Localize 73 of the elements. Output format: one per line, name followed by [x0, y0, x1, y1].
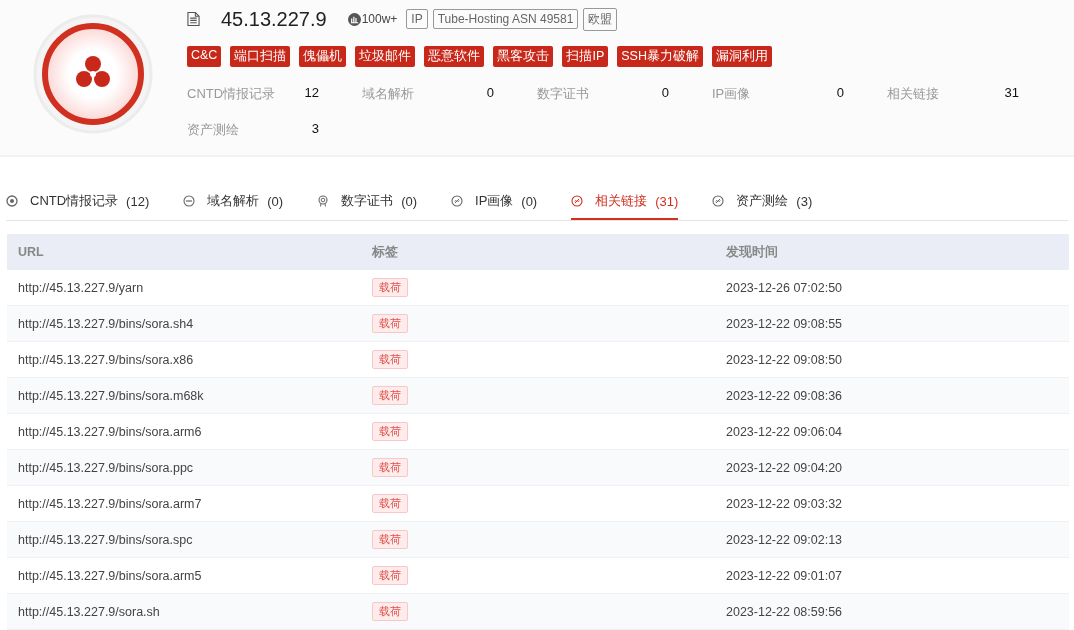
url-cell-text: http://45.13.227.9/bins/sora.sh4 [17, 316, 195, 331]
threat-tag: 漏洞利用 [711, 46, 772, 67]
url-cell-text: http://45.13.227.9/bins/sora.arm7 [17, 496, 203, 511]
payload-tag: 载荷 [372, 350, 408, 369]
payload-tag: 载荷 [372, 602, 408, 621]
time-cell-text: 2023-12-22 08:59:56 [725, 604, 844, 619]
time-cell-text: 2023-12-22 09:08:36 [725, 388, 844, 403]
payload-tag: 载荷 [372, 278, 408, 297]
payload-tag: 载荷 [372, 422, 408, 441]
threat-tag: 恶意软件 [424, 46, 485, 67]
info-badge: Tube-Hosting ASN 49581 [432, 9, 579, 29]
url-cell-text: http://45.13.227.9/bins/sora.arm6 [17, 424, 203, 439]
url-cell-text: http://45.13.227.9/bins/sora.m68k [17, 388, 205, 403]
signal-icon [6, 195, 18, 207]
time-cell-text: 2023-12-22 09:01:07 [725, 568, 844, 583]
url-cell-text: http://45.13.227.9/bins/sora.arm5 [17, 568, 203, 583]
tab[interactable]: 域名解析 (0) [183, 183, 284, 220]
column-header: URL [17, 245, 45, 259]
tab[interactable]: 资产测绘 (3) [712, 183, 813, 220]
column-header: 标签 [371, 243, 399, 261]
document-icon [187, 11, 200, 27]
time-cell-text: 2023-12-22 09:08:50 [725, 352, 844, 367]
tab[interactable]: 相关链接 (31) [571, 183, 679, 220]
stat-value: 0 [836, 85, 844, 102]
threat-tag: 端口扫描 [230, 46, 291, 67]
info-badge: 欧盟 [583, 7, 618, 31]
time-cell-text: 2023-12-22 09:02:13 [725, 532, 844, 547]
time-cell-text: 2023-12-22 09:08:55 [725, 316, 844, 331]
stat-value: 31 [1004, 85, 1019, 102]
url-cell-text: http://45.13.227.9/yarn [17, 280, 145, 295]
url-cell-text: http://45.13.227.9/sora.sh [17, 604, 161, 619]
tab[interactable]: CNTD情报记录 (12) [6, 183, 150, 220]
url-cell-text: http://45.13.227.9/bins/sora.spc [17, 532, 194, 547]
stat-label: 资产测绘 [187, 121, 239, 139]
bar-chart-icon [347, 12, 361, 26]
stat-value: 0 [661, 85, 669, 102]
threat-tag: 扫描IP [562, 46, 609, 67]
stat-label: 域名解析 [362, 85, 414, 103]
tab[interactable]: 数字证书 (0) [317, 183, 417, 220]
minus-circle-icon [183, 195, 196, 207]
threat-tag: C&C [187, 46, 222, 67]
url-cell-text: http://45.13.227.9/bins/sora.ppc [17, 460, 195, 475]
threat-tag: 傀儡机 [299, 46, 347, 67]
payload-tag: 载荷 [372, 458, 408, 477]
link-icon [571, 195, 584, 207]
stat-label: 数字证书 [537, 85, 589, 103]
time-cell-text: 2023-12-22 09:06:04 [725, 424, 844, 439]
stat-label: CNTD情报记录 [187, 85, 276, 103]
ip-address: 45.13.227.9 [221, 7, 327, 31]
link-icon [712, 195, 725, 207]
stat-value: 0 [486, 85, 494, 102]
stat-value: 12 [304, 85, 319, 102]
column-header: 发现时间 [725, 243, 779, 261]
threat-tag: 黑客攻击 [493, 46, 554, 67]
payload-tag: 载荷 [372, 494, 408, 513]
stat-value: 3 [311, 121, 319, 138]
payload-tag: 载荷 [372, 566, 408, 585]
threat-tag: SSH暴力破解 [617, 46, 703, 67]
threat-tag: 垃圾邮件 [355, 46, 416, 67]
tab[interactable]: IP画像 (0) [451, 183, 538, 220]
time-cell-text: 2023-12-22 09:04:20 [725, 460, 844, 475]
popularity-count: 100w+ [361, 12, 398, 26]
payload-tag: 载荷 [372, 530, 408, 549]
payload-tag: 载荷 [372, 314, 408, 333]
stat-label: 相关链接 [887, 85, 939, 103]
link-icon [451, 195, 463, 207]
stat-label: IP画像 [712, 85, 751, 103]
badge-icon [317, 195, 330, 207]
url-cell-text: http://45.13.227.9/bins/sora.x86 [17, 352, 195, 367]
payload-tag: 载荷 [372, 386, 408, 405]
time-cell-text: 2023-12-26 07:02:50 [725, 280, 844, 295]
time-cell-text: 2023-12-22 09:03:32 [725, 496, 844, 511]
info-badge: IP [406, 9, 428, 29]
